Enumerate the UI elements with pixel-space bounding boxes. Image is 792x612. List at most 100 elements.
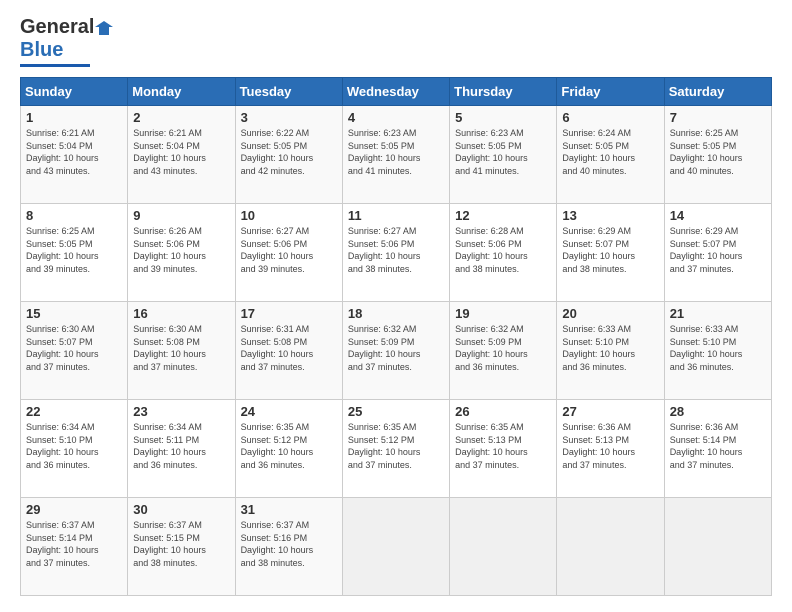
cell-daylight-minutes: and 37 minutes. — [455, 460, 519, 470]
cell-sunrise: Sunrise: 6:37 AM — [133, 520, 202, 530]
calendar-cell: 7 Sunrise: 6:25 AM Sunset: 5:05 PM Dayli… — [664, 106, 771, 204]
cell-daylight: Daylight: 10 hours — [241, 349, 314, 359]
cell-daylight: Daylight: 10 hours — [670, 447, 743, 457]
cell-daylight-minutes: and 37 minutes. — [670, 264, 734, 274]
calendar-day-header: Tuesday — [235, 78, 342, 106]
cell-sunrise: Sunrise: 6:31 AM — [241, 324, 310, 334]
cell-sunrise: Sunrise: 6:29 AM — [562, 226, 631, 236]
calendar-week-row: 22 Sunrise: 6:34 AM Sunset: 5:10 PM Dayl… — [21, 400, 772, 498]
cell-sunrise: Sunrise: 6:32 AM — [348, 324, 417, 334]
day-number: 29 — [26, 502, 122, 517]
calendar-body: 1 Sunrise: 6:21 AM Sunset: 5:04 PM Dayli… — [21, 106, 772, 596]
cell-sunrise: Sunrise: 6:23 AM — [455, 128, 524, 138]
cell-sunset: Sunset: 5:09 PM — [455, 337, 522, 347]
calendar-week-row: 1 Sunrise: 6:21 AM Sunset: 5:04 PM Dayli… — [21, 106, 772, 204]
day-number: 14 — [670, 208, 766, 223]
logo-underline — [20, 64, 90, 67]
cell-sunset: Sunset: 5:10 PM — [26, 435, 93, 445]
cell-daylight: Daylight: 10 hours — [670, 251, 743, 261]
cell-daylight-minutes: and 36 minutes. — [455, 362, 519, 372]
day-number: 27 — [562, 404, 658, 419]
cell-daylight-minutes: and 38 minutes. — [241, 558, 305, 568]
calendar-cell: 31 Sunrise: 6:37 AM Sunset: 5:16 PM Dayl… — [235, 498, 342, 596]
calendar-cell: 1 Sunrise: 6:21 AM Sunset: 5:04 PM Dayli… — [21, 106, 128, 204]
day-number: 23 — [133, 404, 229, 419]
cell-daylight-minutes: and 37 minutes. — [241, 362, 305, 372]
cell-sunset: Sunset: 5:08 PM — [133, 337, 200, 347]
cell-sunset: Sunset: 5:07 PM — [562, 239, 629, 249]
cell-sunset: Sunset: 5:06 PM — [455, 239, 522, 249]
cell-daylight-minutes: and 37 minutes. — [670, 460, 734, 470]
cell-daylight-minutes: and 39 minutes. — [133, 264, 197, 274]
day-number: 15 — [26, 306, 122, 321]
logo-general: General — [20, 16, 94, 39]
calendar-cell: 22 Sunrise: 6:34 AM Sunset: 5:10 PM Dayl… — [21, 400, 128, 498]
cell-daylight: Daylight: 10 hours — [670, 153, 743, 163]
cell-sunset: Sunset: 5:05 PM — [455, 141, 522, 151]
cell-daylight-minutes: and 43 minutes. — [133, 166, 197, 176]
day-number: 5 — [455, 110, 551, 125]
cell-daylight-minutes: and 38 minutes. — [562, 264, 626, 274]
calendar-cell — [664, 498, 771, 596]
cell-sunrise: Sunrise: 6:25 AM — [670, 128, 739, 138]
cell-daylight-minutes: and 41 minutes. — [455, 166, 519, 176]
cell-sunrise: Sunrise: 6:37 AM — [241, 520, 310, 530]
cell-sunset: Sunset: 5:12 PM — [241, 435, 308, 445]
calendar-cell: 14 Sunrise: 6:29 AM Sunset: 5:07 PM Dayl… — [664, 204, 771, 302]
cell-sunset: Sunset: 5:05 PM — [348, 141, 415, 151]
cell-sunrise: Sunrise: 6:21 AM — [26, 128, 95, 138]
cell-daylight-minutes: and 38 minutes. — [455, 264, 519, 274]
cell-daylight: Daylight: 10 hours — [670, 349, 743, 359]
cell-sunset: Sunset: 5:05 PM — [241, 141, 308, 151]
page: General Blue SundayMondayTuesdayWednesda… — [0, 0, 792, 612]
cell-sunrise: Sunrise: 6:27 AM — [241, 226, 310, 236]
cell-sunset: Sunset: 5:13 PM — [562, 435, 629, 445]
cell-daylight-minutes: and 40 minutes. — [562, 166, 626, 176]
calendar-table: SundayMondayTuesdayWednesdayThursdayFrid… — [20, 77, 772, 596]
day-number: 6 — [562, 110, 658, 125]
calendar-cell: 18 Sunrise: 6:32 AM Sunset: 5:09 PM Dayl… — [342, 302, 449, 400]
cell-daylight-minutes: and 39 minutes. — [241, 264, 305, 274]
cell-daylight: Daylight: 10 hours — [133, 545, 206, 555]
cell-sunrise: Sunrise: 6:29 AM — [670, 226, 739, 236]
calendar-cell: 9 Sunrise: 6:26 AM Sunset: 5:06 PM Dayli… — [128, 204, 235, 302]
day-number: 20 — [562, 306, 658, 321]
calendar-cell: 17 Sunrise: 6:31 AM Sunset: 5:08 PM Dayl… — [235, 302, 342, 400]
calendar-week-row: 15 Sunrise: 6:30 AM Sunset: 5:07 PM Dayl… — [21, 302, 772, 400]
cell-sunset: Sunset: 5:05 PM — [26, 239, 93, 249]
day-number: 12 — [455, 208, 551, 223]
calendar-cell: 28 Sunrise: 6:36 AM Sunset: 5:14 PM Dayl… — [664, 400, 771, 498]
calendar-cell: 10 Sunrise: 6:27 AM Sunset: 5:06 PM Dayl… — [235, 204, 342, 302]
cell-daylight-minutes: and 36 minutes. — [133, 460, 197, 470]
cell-daylight: Daylight: 10 hours — [455, 447, 528, 457]
cell-sunrise: Sunrise: 6:35 AM — [348, 422, 417, 432]
calendar-cell: 15 Sunrise: 6:30 AM Sunset: 5:07 PM Dayl… — [21, 302, 128, 400]
day-number: 18 — [348, 306, 444, 321]
cell-sunset: Sunset: 5:06 PM — [241, 239, 308, 249]
cell-sunrise: Sunrise: 6:37 AM — [26, 520, 95, 530]
day-number: 1 — [26, 110, 122, 125]
logo-bird-icon — [95, 19, 113, 37]
day-number: 26 — [455, 404, 551, 419]
calendar-day-header: Friday — [557, 78, 664, 106]
calendar-cell: 8 Sunrise: 6:25 AM Sunset: 5:05 PM Dayli… — [21, 204, 128, 302]
cell-sunset: Sunset: 5:09 PM — [348, 337, 415, 347]
cell-daylight: Daylight: 10 hours — [455, 251, 528, 261]
calendar-cell: 2 Sunrise: 6:21 AM Sunset: 5:04 PM Dayli… — [128, 106, 235, 204]
cell-daylight: Daylight: 10 hours — [26, 251, 99, 261]
cell-sunrise: Sunrise: 6:32 AM — [455, 324, 524, 334]
day-number: 31 — [241, 502, 337, 517]
calendar-cell: 19 Sunrise: 6:32 AM Sunset: 5:09 PM Dayl… — [450, 302, 557, 400]
calendar-cell: 29 Sunrise: 6:37 AM Sunset: 5:14 PM Dayl… — [21, 498, 128, 596]
calendar-cell: 4 Sunrise: 6:23 AM Sunset: 5:05 PM Dayli… — [342, 106, 449, 204]
cell-sunset: Sunset: 5:14 PM — [670, 435, 737, 445]
cell-sunrise: Sunrise: 6:28 AM — [455, 226, 524, 236]
calendar-cell: 24 Sunrise: 6:35 AM Sunset: 5:12 PM Dayl… — [235, 400, 342, 498]
cell-daylight: Daylight: 10 hours — [133, 447, 206, 457]
day-number: 13 — [562, 208, 658, 223]
day-number: 19 — [455, 306, 551, 321]
day-number: 22 — [26, 404, 122, 419]
cell-daylight-minutes: and 37 minutes. — [348, 362, 412, 372]
calendar-cell: 30 Sunrise: 6:37 AM Sunset: 5:15 PM Dayl… — [128, 498, 235, 596]
cell-sunset: Sunset: 5:06 PM — [133, 239, 200, 249]
